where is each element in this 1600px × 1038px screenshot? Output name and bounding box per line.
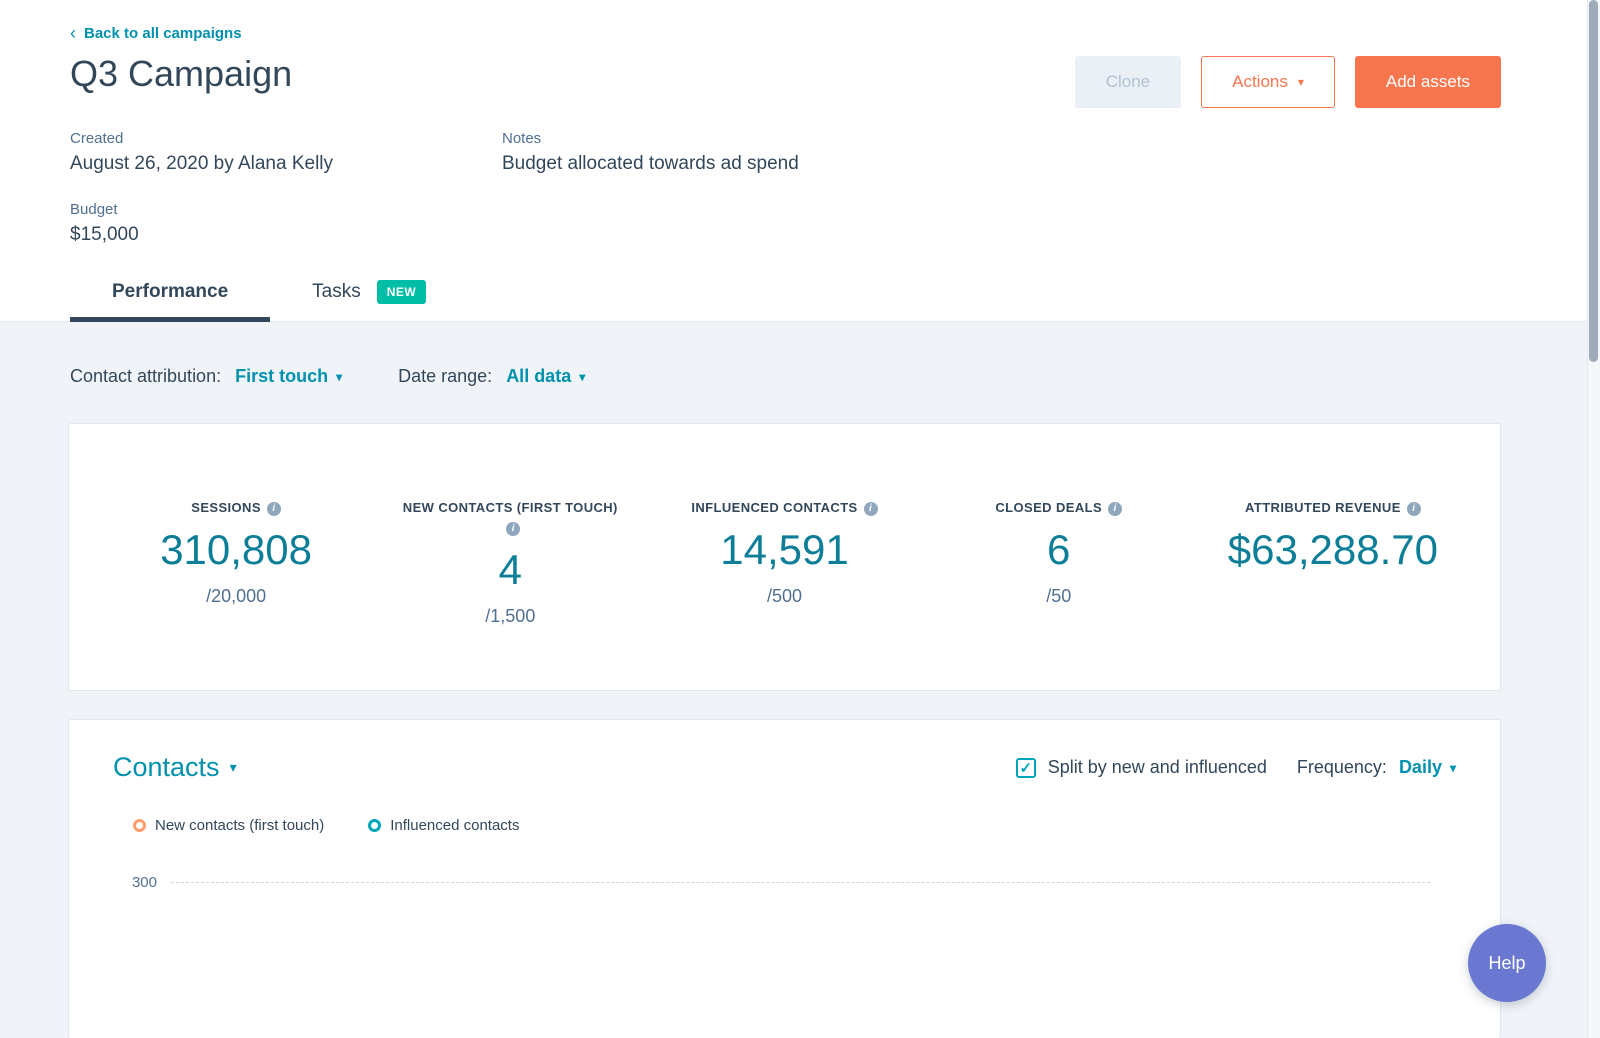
created-label: Created: [70, 130, 124, 147]
legend-item-new-contacts[interactable]: New contacts (first touch): [133, 817, 324, 834]
metric-value: 310,808: [160, 526, 313, 574]
tab-tasks-label: Tasks: [312, 281, 361, 302]
contacts-metric-dropdown[interactable]: Contacts ▾: [113, 752, 237, 783]
title-row: Q3 Campaign Clone Actions ▾ Add assets: [70, 52, 1501, 108]
help-button[interactable]: Help: [1468, 924, 1546, 1002]
metric-label: NEW CONTACTS (FIRST TOUCH): [402, 500, 618, 515]
metric-target: /50: [1046, 586, 1072, 607]
actions-button-label: Actions: [1232, 72, 1288, 91]
chart-y-axis-row: 300: [113, 874, 1456, 891]
metric-label: CLOSED DEALS: [995, 500, 1103, 515]
budget-label: Budget: [70, 201, 118, 218]
contacts-controls: ✓ Split by new and influenced Frequency:…: [1015, 757, 1456, 778]
contacts-card-header: Contacts ▾ ✓ Split by new and influenced…: [113, 752, 1456, 783]
legend-ring-icon: [133, 819, 146, 832]
metric-label: ATTRIBUTED REVENUE: [1245, 500, 1401, 515]
metric-influenced-contacts: INFLUENCED CONTACTS i 14,591 /500: [647, 498, 921, 690]
date-range-label: Date range:: [398, 366, 493, 386]
notes-label: Notes: [502, 130, 542, 147]
split-label: Split by new and influenced: [1047, 757, 1267, 777]
legend-label: New contacts (first touch): [155, 817, 325, 834]
legend-label: Influenced contacts: [390, 817, 520, 834]
chevron-down-icon: ▾: [1449, 760, 1456, 775]
metric-new-contacts: NEW CONTACTS (FIRST TOUCH) i 4 /1,500: [373, 498, 647, 690]
split-checkbox[interactable]: ✓: [1015, 757, 1036, 778]
attribution-label: Contact attribution:: [70, 366, 222, 386]
back-link-label: Back to all campaigns: [84, 24, 242, 42]
frequency-dropdown[interactable]: Daily ▾: [1399, 757, 1456, 778]
attribution-value: First touch: [235, 366, 329, 386]
chevron-down-icon: ▾: [1297, 75, 1304, 89]
tab-performance-label: Performance: [112, 281, 229, 302]
chevron-left-icon: ‹: [70, 23, 76, 43]
performance-body: Contact attribution: First touch ▾ Date …: [0, 322, 1600, 1038]
chevron-down-icon: ▾: [579, 369, 586, 384]
metric-target: /20,000: [206, 586, 267, 607]
checkmark-icon: ✓: [1019, 759, 1033, 777]
gridline: [171, 882, 1430, 883]
legend-ring-icon: [368, 819, 382, 832]
chart-legend: New contacts (first touch) Influenced co…: [113, 817, 1456, 834]
metric-closed-deals: CLOSED DEALS i 6 /50: [922, 498, 1196, 690]
metric-value: 4: [498, 546, 522, 594]
info-icon[interactable]: i: [863, 502, 878, 516]
page-title: Q3 Campaign: [70, 53, 293, 94]
metrics-summary-card: SESSIONS i 310,808 /20,000 NEW CONTACTS (…: [68, 423, 1501, 691]
meta-budget: Budget $15,000: [70, 201, 502, 246]
notes-value: Budget allocated towards ad spend: [502, 153, 799, 174]
metric-sessions: SESSIONS i 310,808 /20,000: [99, 498, 373, 690]
chevron-down-icon: ▾: [229, 759, 237, 775]
scrollbar-track[interactable]: [1587, 0, 1600, 1038]
frequency-label: Frequency:: [1296, 757, 1387, 777]
campaign-meta: Created August 26, 2020 by Alana Kelly N…: [70, 130, 1070, 246]
info-icon[interactable]: i: [1406, 502, 1421, 516]
clone-button[interactable]: Clone: [1074, 56, 1182, 108]
info-icon[interactable]: i: [506, 522, 521, 537]
meta-created: Created August 26, 2020 by Alana Kelly: [70, 130, 502, 175]
tab-performance[interactable]: Performance: [70, 280, 271, 322]
date-range-value: All data: [506, 366, 572, 386]
campaign-detail-page: ‹ Back to all campaigns Q3 Campaign Clon…: [0, 0, 1600, 1038]
metric-value: $63,288.70: [1227, 526, 1439, 574]
frequency-value: Daily: [1398, 757, 1442, 777]
scrollbar-thumb[interactable]: [1589, 0, 1598, 362]
legend-item-influenced-contacts[interactable]: Influenced contacts: [368, 817, 519, 834]
new-badge: NEW: [376, 280, 427, 304]
metric-value: 14,591: [720, 526, 849, 574]
metric-target: /500: [766, 586, 803, 607]
date-range-dropdown[interactable]: All data ▾: [506, 366, 585, 387]
add-assets-button[interactable]: Add assets: [1354, 56, 1501, 108]
created-value: August 26, 2020 by Alana Kelly: [70, 153, 334, 174]
metric-attributed-revenue: ATTRIBUTED REVENUE i $63,288.70: [1196, 498, 1470, 690]
metric-label: SESSIONS: [191, 500, 261, 515]
chevron-down-icon: ▾: [336, 369, 343, 384]
budget-value: $15,000: [70, 224, 139, 245]
info-icon[interactable]: i: [266, 502, 281, 516]
y-axis-tick: 300: [131, 874, 157, 891]
metric-label: INFLUENCED CONTACTS: [691, 500, 858, 515]
header-buttons: Clone Actions ▾ Add assets: [1074, 56, 1501, 108]
campaign-header: ‹ Back to all campaigns Q3 Campaign Clon…: [0, 0, 1600, 322]
tab-tasks[interactable]: Tasks NEW: [270, 280, 468, 322]
metric-value: 6: [1047, 526, 1071, 574]
campaign-tabs: Performance Tasks NEW: [70, 280, 1501, 322]
info-icon[interactable]: i: [1108, 502, 1123, 516]
contacts-title-label: Contacts: [113, 752, 220, 782]
metric-target: /1,500: [485, 606, 536, 627]
meta-notes: Notes Budget allocated towards ad spend: [502, 130, 1070, 175]
contacts-chart-card: Contacts ▾ ✓ Split by new and influenced…: [68, 719, 1501, 1038]
attribution-dropdown[interactable]: First touch ▾: [235, 366, 342, 387]
back-link[interactable]: ‹ Back to all campaigns: [70, 24, 242, 42]
filters-bar: Contact attribution: First touch ▾ Date …: [68, 366, 1501, 387]
actions-button[interactable]: Actions ▾: [1201, 56, 1335, 108]
